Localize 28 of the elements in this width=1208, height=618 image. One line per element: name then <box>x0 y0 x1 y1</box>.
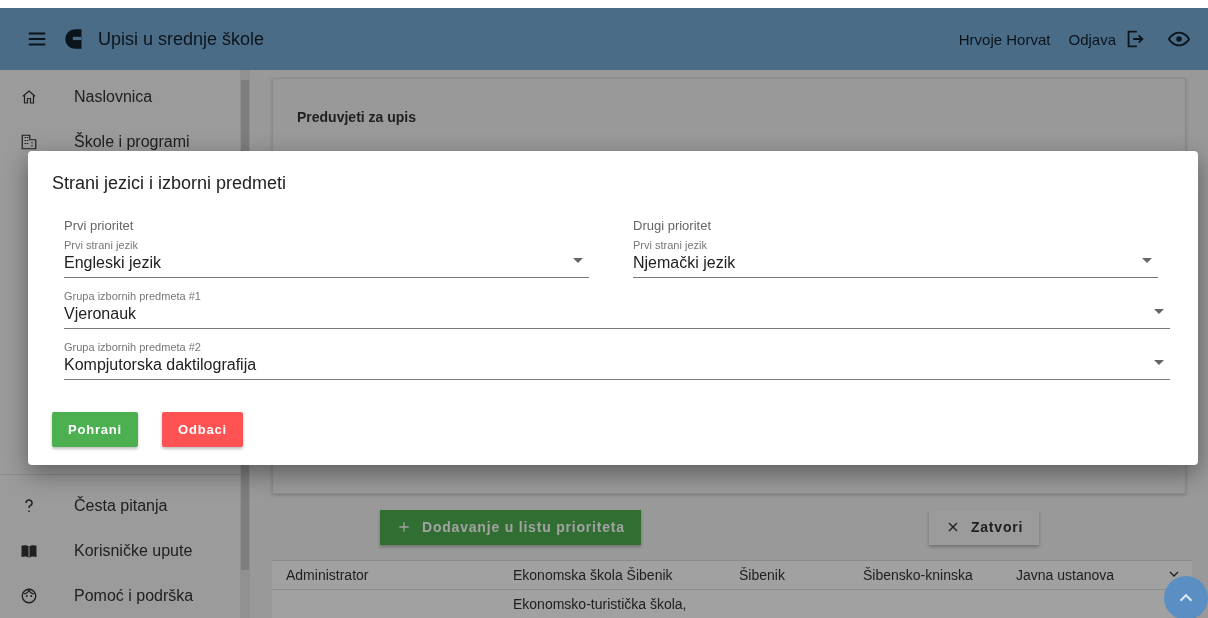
select-field[interactable]: Grupa izbornih predmeta #1 Vjeronauk <box>64 290 1170 329</box>
discard-button[interactable]: Odbaci <box>162 412 243 447</box>
face-icon <box>20 586 38 605</box>
sidebar-item[interactable]: Česta pitanja <box>0 483 240 528</box>
logout-link[interactable]: Odjava <box>1068 30 1116 48</box>
select-field[interactable]: Prvi strani jezik Engleski jezik <box>64 239 589 278</box>
select-field[interactable]: Grupa izbornih predmeta #2 Kompjutorska daktilografija <box>64 341 1170 380</box>
table-cell: Šibenik <box>739 566 785 583</box>
section-heading: Drugi prioritet <box>633 218 713 233</box>
close-button[interactable]: Zatvori <box>928 509 1040 545</box>
sidebar-item[interactable]: Škole i programi <box>0 119 240 164</box>
caret-icon <box>1154 309 1164 314</box>
caret-icon <box>1154 360 1164 365</box>
sidebar-item[interactable]: Korisničke upute <box>0 528 240 573</box>
section-heading: Prvi prioritet <box>64 218 135 233</box>
caret-icon <box>1142 258 1152 263</box>
select-field[interactable]: Prvi strani jezik Njemački jezik <box>633 239 1158 278</box>
table-cell: Javna ustanova <box>1016 566 1115 583</box>
sidebar-item[interactable]: Naslovnica <box>0 74 240 119</box>
building-icon <box>20 132 38 151</box>
table-cell: Ekonomsko-turistička škola, <box>513 595 687 612</box>
user-name: Hrvoje Horvat <box>958 30 1051 48</box>
table-cell: Šibensko-kninska <box>863 566 973 583</box>
sidebar-item[interactable]: Pomoć i podrška <box>0 573 240 618</box>
caret-icon <box>573 258 583 263</box>
table-cell: Ekonomska škola Šibenik <box>513 566 673 583</box>
app-title: Upisi u srednje škole <box>98 28 265 50</box>
table-cell: Administrator <box>286 566 369 583</box>
